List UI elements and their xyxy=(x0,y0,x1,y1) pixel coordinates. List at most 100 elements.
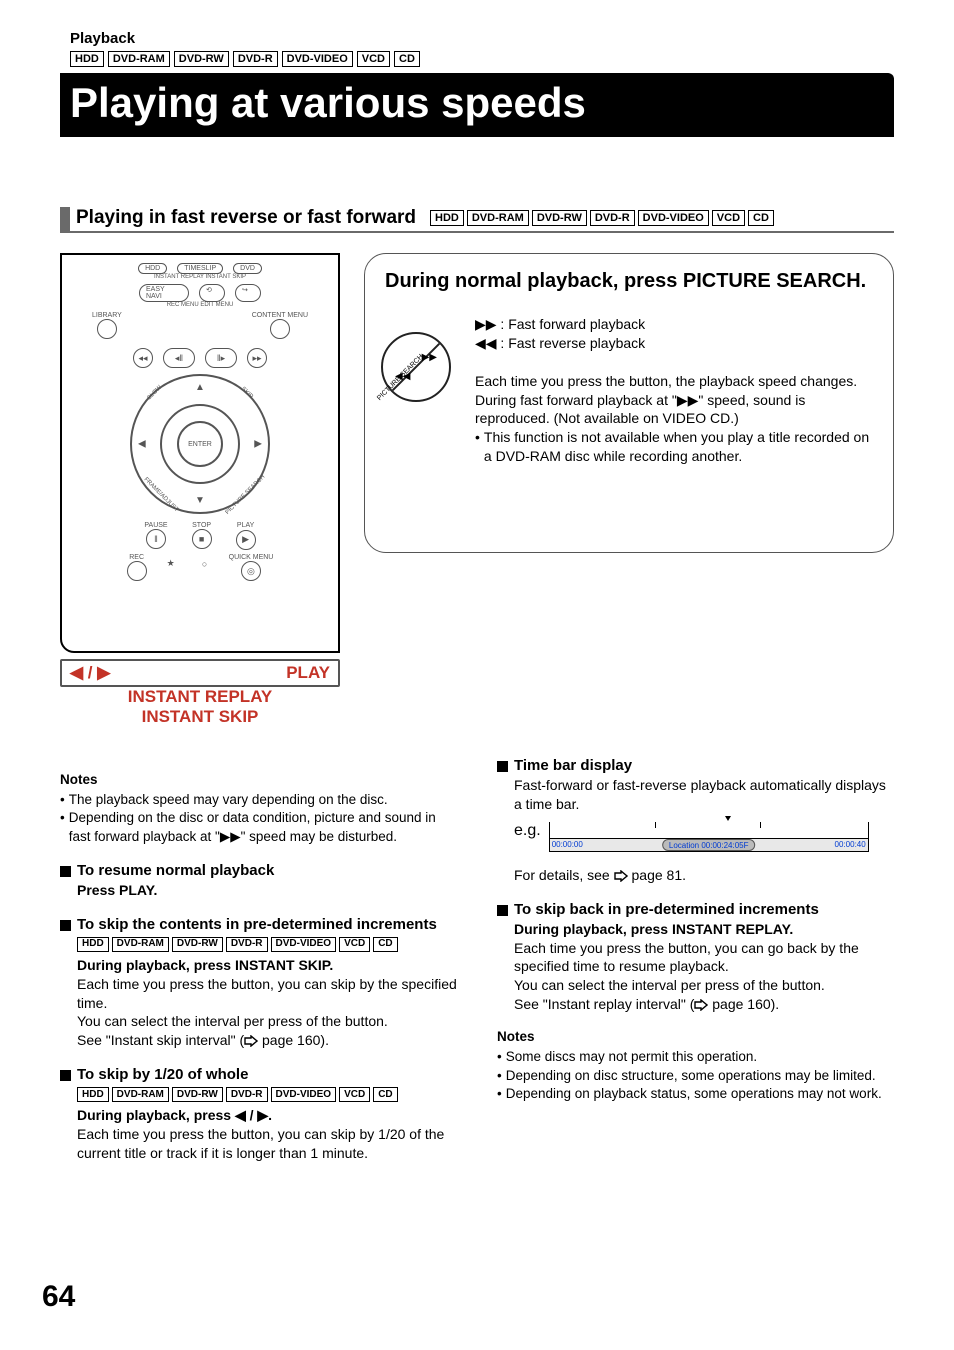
remote-circle-icon: ○ xyxy=(195,554,215,574)
remote-library-label: LIBRARY xyxy=(92,312,122,319)
remote-next-icon: ▸▸ xyxy=(247,348,267,368)
media-badge: VCD xyxy=(712,210,745,226)
page-ref-icon xyxy=(614,866,628,885)
media-badge: DVD-RAM xyxy=(112,1087,169,1102)
note-item: Some discs may not permit this operation… xyxy=(497,1048,894,1066)
callout-instant-skip: INSTANT SKIP xyxy=(60,707,340,727)
remote-prev-icon: ◂◂ xyxy=(133,348,153,368)
remote-quick-button: ◎ xyxy=(241,561,261,581)
ring-slow-label: SLOW xyxy=(146,385,163,402)
bubble-p1: Each time you press the button, the play… xyxy=(475,372,873,391)
remote-play-label: PLAY xyxy=(236,522,256,529)
skip-instruction: During playback, press INSTANT SKIP. xyxy=(77,956,457,975)
remote-play-button: ▶ xyxy=(236,530,256,550)
ring-right-icon: ▶ xyxy=(254,439,262,450)
media-badge: DVD-RW xyxy=(174,51,229,67)
note-item: The playback speed may vary depending on… xyxy=(60,791,457,809)
remote-dvd-button: DVD xyxy=(233,263,262,274)
remote-stop-button: ■ xyxy=(192,529,212,549)
bubble-p3: This function is not available when you … xyxy=(475,428,873,466)
ring-picture-search-label: PICTURE SEARCH xyxy=(225,474,267,516)
remote-star-icon: ★ xyxy=(161,554,181,574)
skipback-heading: To skip back in pre-determined increment… xyxy=(497,901,894,918)
remote-library-button xyxy=(97,319,117,339)
skip-body: See "Instant skip interval" ( page 160). xyxy=(77,1031,457,1050)
remote-rec-button xyxy=(127,561,147,581)
page-number: 64 xyxy=(42,1280,75,1314)
resume-body: Press PLAY. xyxy=(77,881,457,900)
skip20-heading: To skip by 1/20 of whole xyxy=(60,1066,457,1083)
media-badge: DVD-RW xyxy=(172,937,223,952)
remote-menus-label: REC MENU EDIT MENU xyxy=(72,302,328,308)
note-item: Depending on disc structure, some operat… xyxy=(497,1067,894,1085)
skipback-body: You can select the interval per press of… xyxy=(514,976,894,995)
media-badge: DVD-RAM xyxy=(112,937,169,952)
timebar-end: 00:00:40 xyxy=(835,840,866,849)
media-badge: VCD xyxy=(339,937,370,952)
media-badge: DVD-VIDEO xyxy=(282,51,353,67)
media-badge: DVD-R xyxy=(226,937,268,952)
skipback-body: Each time you press the button, you can … xyxy=(514,939,894,977)
skipback-instruction: During playback, press INSTANT REPLAY. xyxy=(514,920,894,939)
bubble-title: During normal playback, press PICTURE SE… xyxy=(385,270,873,293)
skip20-body: Each time you press the button, you can … xyxy=(77,1125,457,1163)
media-badge: VCD xyxy=(357,51,390,67)
ff-icon: ▶▶ xyxy=(677,392,699,408)
bubble-ff-line: ▶▶ : Fast forward playback xyxy=(475,315,873,334)
timebar-start: 00:00:00 xyxy=(552,840,583,849)
media-badge: DVD-VIDEO xyxy=(638,210,709,226)
subsection-title: Playing in fast reverse or fast forward xyxy=(76,207,416,229)
remote-content-button xyxy=(270,319,290,339)
bubble-fr-line: ◀◀ : Fast reverse playback xyxy=(475,334,873,353)
subsection-media-strip: HDD DVD-RAM DVD-RW DVD-R DVD-VIDEO VCD C… xyxy=(430,210,774,226)
remote-stop-label: STOP xyxy=(192,522,212,529)
ring-down-icon: ▼ xyxy=(195,495,205,506)
callout-instant-replay: INSTANT REPLAY xyxy=(60,687,340,707)
page-title: Playing at various speeds xyxy=(60,73,894,137)
remote-instant-replay-icon: ⟲ xyxy=(199,284,225,302)
notes-heading: Notes xyxy=(60,771,457,789)
media-badge: DVD-R xyxy=(233,51,278,67)
media-badge: CD xyxy=(373,937,397,952)
remote-quick-label: QUICK MENU xyxy=(229,554,274,561)
remote-pause-button: ǁ xyxy=(146,529,166,549)
remote-nav-ring: ▲ ▼ ◀ ▶ SLOW SKIP FRAME/ADJUST PICTURE S… xyxy=(130,374,270,514)
remote-hdd-button: HDD xyxy=(138,263,167,274)
page-ref-icon xyxy=(244,1031,258,1050)
picture-search-rocker-icon: ▶▶ ◀◀ PICTURE SEARCH xyxy=(381,332,461,412)
remote-pause-label: PAUSE xyxy=(144,522,167,529)
media-badge: DVD-RAM xyxy=(108,51,170,67)
media-badge: HDD xyxy=(430,210,464,226)
header-media-strip: HDD DVD-RAM DVD-RW DVD-R DVD-VIDEO VCD C… xyxy=(70,51,894,67)
ff-icon: ▶▶ xyxy=(220,829,241,844)
skip-body: You can select the interval per press of… xyxy=(77,1012,457,1031)
ring-up-icon: ▲ xyxy=(195,382,205,393)
remote-frame-fwd-icon: ǁ▸ xyxy=(205,348,237,368)
timebar-intro: Fast-forward or fast-reverse playback au… xyxy=(514,776,894,814)
timebar-location: Location 00:00:24:05F xyxy=(662,839,756,851)
remote-easy-navi: EASY NAVI xyxy=(139,284,189,302)
skip20-media-strip: HDD DVD-RAM DVD-RW DVD-R DVD-VIDEO VCD C… xyxy=(77,1087,457,1102)
resume-heading: To resume normal playback xyxy=(60,862,457,879)
remote-enter-button: ENTER xyxy=(177,421,223,467)
note-item: Depending on the disc or data condition,… xyxy=(60,809,457,845)
media-badge: HDD xyxy=(77,937,109,952)
media-badge: HDD xyxy=(77,1087,109,1102)
media-badge: DVD-RW xyxy=(172,1087,223,1102)
skip-body: Each time you press the button, you can … xyxy=(77,975,457,1013)
skip20-instruction: During playback, press ◀ / ▶. xyxy=(77,1106,457,1125)
media-badge: DVD-RAM xyxy=(467,210,529,226)
bubble-p2: During fast forward playback at "▶▶" spe… xyxy=(475,391,873,429)
remote-frame-rev-icon: ◂ǁ xyxy=(163,348,195,368)
instruction-bubble: During normal playback, press PICTURE SE… xyxy=(364,253,894,553)
eg-label: e.g. xyxy=(514,822,541,840)
timebar-marker-icon xyxy=(725,816,731,821)
rocker-label: PICTURE SEARCH xyxy=(376,353,425,402)
remote-instant-skip-icon: ↪ xyxy=(235,284,261,302)
ring-skip-label: SKIP xyxy=(240,386,254,400)
remote-content-label: CONTENT MENU xyxy=(252,312,308,319)
skip-media-strip: HDD DVD-RAM DVD-RW DVD-R DVD-VIDEO VCD C… xyxy=(77,937,457,952)
media-badge: CD xyxy=(394,51,420,67)
remote-timeslip-button: TIMESLIP xyxy=(177,263,223,274)
skipback-body: See "Instant replay interval" ( page 160… xyxy=(514,995,894,1014)
